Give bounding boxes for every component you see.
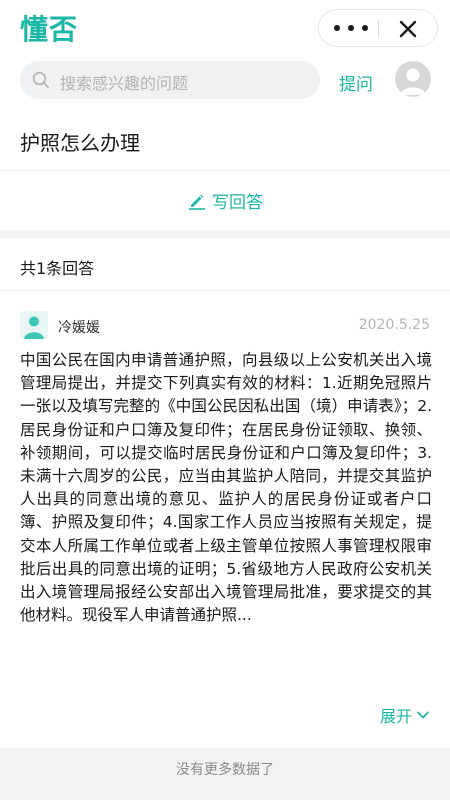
search-icon [32,71,50,89]
no-more-data-text: 没有更多数据了 [176,762,274,778]
question-title: 护照怎么办理 [20,131,140,155]
chevron-down-icon [417,711,429,719]
user-icon [400,68,426,95]
search-input[interactable]: 搜索感兴趣的问题 [20,61,320,99]
answers-card: 共1条回答 冷媛媛 2020.5.25 中国公民在国内申请普通护照，向县级以上公… [0,238,450,748]
ask-question-button[interactable]: 提问 [339,70,373,95]
write-answer-button[interactable]: 写回答 [188,188,263,213]
capsule-divider [378,20,379,38]
answer-date: 2020.5.25 [358,317,430,333]
top-bar: 懂否 搜索感兴趣的问题 提问 [0,0,450,106]
divider [0,290,450,291]
more-options-icon[interactable] [334,10,368,46]
write-answer-label: 写回答 [212,193,263,213]
author-name[interactable]: 冷媛媛 [58,317,100,337]
expand-button[interactable]: 展开 [380,703,430,727]
answer-text: 中国公民在国内申请普通护照，向县级以上公安机关出入境管理局提出，并提交下列真实有… [20,351,432,625]
pencil-icon [189,194,205,210]
author-avatar[interactable] [20,311,48,339]
answer-count: 共1条回答 [20,259,95,278]
question-card: 护照怎么办理 写回答 [0,106,450,230]
user-avatar[interactable] [395,61,431,97]
search-placeholder: 搜索感兴趣的问题 [60,74,189,93]
divider [0,170,450,171]
expand-label: 展开 [379,707,412,726]
close-icon[interactable] [397,18,419,40]
user-icon [24,316,44,339]
mini-program-capsule [318,9,438,47]
app-logo[interactable]: 懂否 [20,8,78,48]
